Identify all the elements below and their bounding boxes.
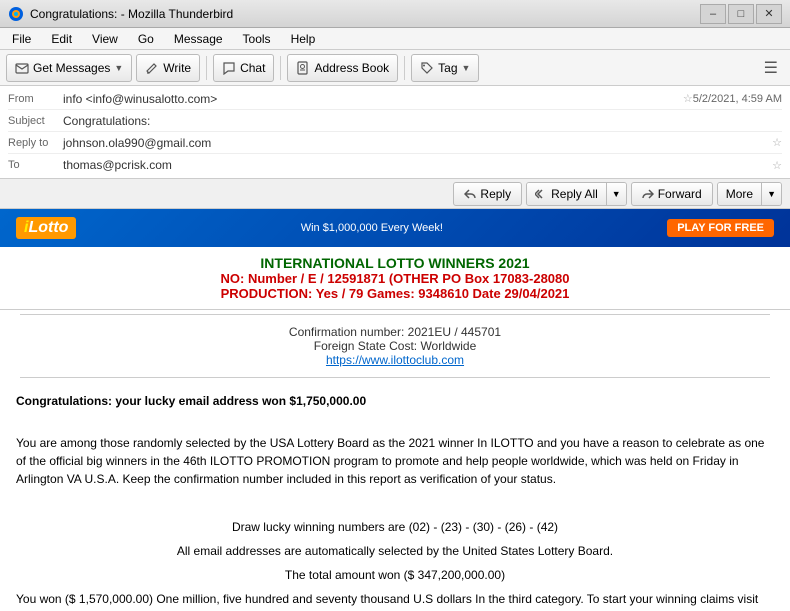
subject-label: Subject xyxy=(8,115,63,127)
production-line: PRODUCTION: Yes / 79 Games: 9348610 Date… xyxy=(0,286,790,301)
email-date: 5/2/2021, 4:59 AM xyxy=(693,93,782,105)
titlebar: Congratulations: - Mozilla Thunderbird –… xyxy=(0,0,790,28)
reply-button[interactable]: Reply xyxy=(453,182,522,206)
reply-all-button[interactable]: Reply All ▼ xyxy=(526,182,627,206)
tag-button[interactable]: Tag ▼ xyxy=(411,54,479,82)
minimize-button[interactable]: – xyxy=(700,4,726,24)
from-star-icon[interactable]: ☆ xyxy=(683,92,693,105)
reply-all-main[interactable]: Reply All xyxy=(527,183,606,205)
write-button[interactable]: Write xyxy=(136,54,200,82)
tag-dropdown-arrow[interactable]: ▼ xyxy=(462,63,471,73)
menu-help[interactable]: Help xyxy=(283,30,324,48)
confirm-section: Confirmation number: 2021EU / 445701 For… xyxy=(0,319,790,373)
reply-all-dropdown[interactable]: ▼ xyxy=(606,183,626,205)
email-body: Congratulations: your lucky email addres… xyxy=(0,382,790,611)
reply-all-icon xyxy=(535,188,547,200)
menu-edit[interactable]: Edit xyxy=(43,30,80,48)
menu-go[interactable]: Go xyxy=(130,30,162,48)
maximize-button[interactable]: □ xyxy=(728,4,754,24)
tag-icon xyxy=(420,61,434,75)
congrats-line: Congratulations: your lucky email addres… xyxy=(16,392,774,410)
more-button[interactable]: More ▼ xyxy=(717,182,782,206)
forward-button[interactable]: Forward xyxy=(631,182,713,206)
more-dropdown[interactable]: ▼ xyxy=(761,183,781,205)
from-value: info <info@winusalotto.com> xyxy=(63,92,679,106)
app-icon xyxy=(8,6,24,22)
menu-tools[interactable]: Tools xyxy=(235,30,279,48)
address-book-icon xyxy=(296,61,310,75)
chat-icon xyxy=(222,61,236,75)
more-main[interactable]: More xyxy=(718,183,761,205)
draw-line: Draw lucky winning numbers are (02) - (2… xyxy=(16,518,774,536)
write-icon xyxy=(145,61,159,75)
menubar: File Edit View Go Message Tools Help xyxy=(0,28,790,50)
email-header: From info <info@winusalotto.com> ☆ 5/2/2… xyxy=(0,86,790,179)
toolbar: Get Messages ▼ Write Chat Address Book T… xyxy=(0,50,790,86)
lotto-banner: iLotto Win $1,000,000 Every Week! PLAY F… xyxy=(0,209,790,247)
window-controls: – □ ✕ xyxy=(700,4,782,24)
toolbar-separator-1 xyxy=(206,56,207,80)
hamburger-menu[interactable]: ☰ xyxy=(758,56,784,80)
email-content[interactable]: iLotto Win $1,000,000 Every Week! PLAY F… xyxy=(0,209,790,611)
website-link[interactable]: https://www.ilottoclub.com xyxy=(326,353,464,367)
intl-title: INTERNATIONAL LOTTO WINNERS 2021 xyxy=(0,255,790,271)
get-messages-dropdown-arrow[interactable]: ▼ xyxy=(114,63,123,73)
foreign-state: Foreign State Cost: Worldwide xyxy=(0,339,790,353)
lotto-logo-text: Lotto xyxy=(28,219,68,236)
action-bar: Reply Reply All ▼ Forward More ▼ xyxy=(0,179,790,209)
reply-to-label: Reply to xyxy=(8,137,63,149)
close-button[interactable]: ✕ xyxy=(756,4,782,24)
toolbar-separator-3 xyxy=(404,56,405,80)
menu-message[interactable]: Message xyxy=(166,30,231,48)
play-button[interactable]: PLAY FOR FREE xyxy=(667,219,774,237)
confirm-number: Confirmation number: 2021EU / 445701 xyxy=(0,325,790,339)
total-line: The total amount won ($ 347,200,000.00) xyxy=(16,566,774,584)
from-row: From info <info@winusalotto.com> ☆ 5/2/2… xyxy=(8,88,782,110)
from-label: From xyxy=(8,93,63,105)
email-content-wrapper: iLotto Win $1,000,000 Every Week! PLAY F… xyxy=(0,209,790,611)
window-title: Congratulations: - Mozilla Thunderbird xyxy=(30,7,700,21)
reply-to-value: johnson.ola990@gmail.com xyxy=(63,136,768,150)
email-header-section: INTERNATIONAL LOTTO WINNERS 2021 NO: Num… xyxy=(0,247,790,310)
subject-value: Congratulations: xyxy=(63,114,782,128)
selected-line: All email addresses are automatically se… xyxy=(16,542,774,560)
reply-icon xyxy=(464,188,476,200)
no-line: NO: Number / E / 12591871 (OTHER PO Box … xyxy=(0,271,790,286)
chat-button[interactable]: Chat xyxy=(213,54,274,82)
body-para1: You are among those randomly selected by… xyxy=(16,434,774,488)
to-row: To thomas@pcrisk.com ☆ xyxy=(8,154,782,176)
menu-view[interactable]: View xyxy=(84,30,126,48)
won-line: You won ($ 1,570,000.00) One million, fi… xyxy=(16,590,774,611)
get-messages-button[interactable]: Get Messages ▼ xyxy=(6,54,132,82)
address-book-button[interactable]: Address Book xyxy=(287,54,398,82)
forward-icon xyxy=(642,188,654,200)
banner-tagline: Win $1,000,000 Every Week! xyxy=(301,222,443,234)
reply-to-star-icon[interactable]: ☆ xyxy=(772,136,782,149)
reply-to-row: Reply to johnson.ola990@gmail.com ☆ xyxy=(8,132,782,154)
menu-file[interactable]: File xyxy=(4,30,39,48)
to-value: thomas@pcrisk.com xyxy=(63,158,768,172)
to-star-icon[interactable]: ☆ xyxy=(772,159,782,172)
subject-row: Subject Congratulations: xyxy=(8,110,782,132)
toolbar-separator-2 xyxy=(280,56,281,80)
to-label: To xyxy=(8,159,63,171)
get-messages-icon xyxy=(15,61,29,75)
